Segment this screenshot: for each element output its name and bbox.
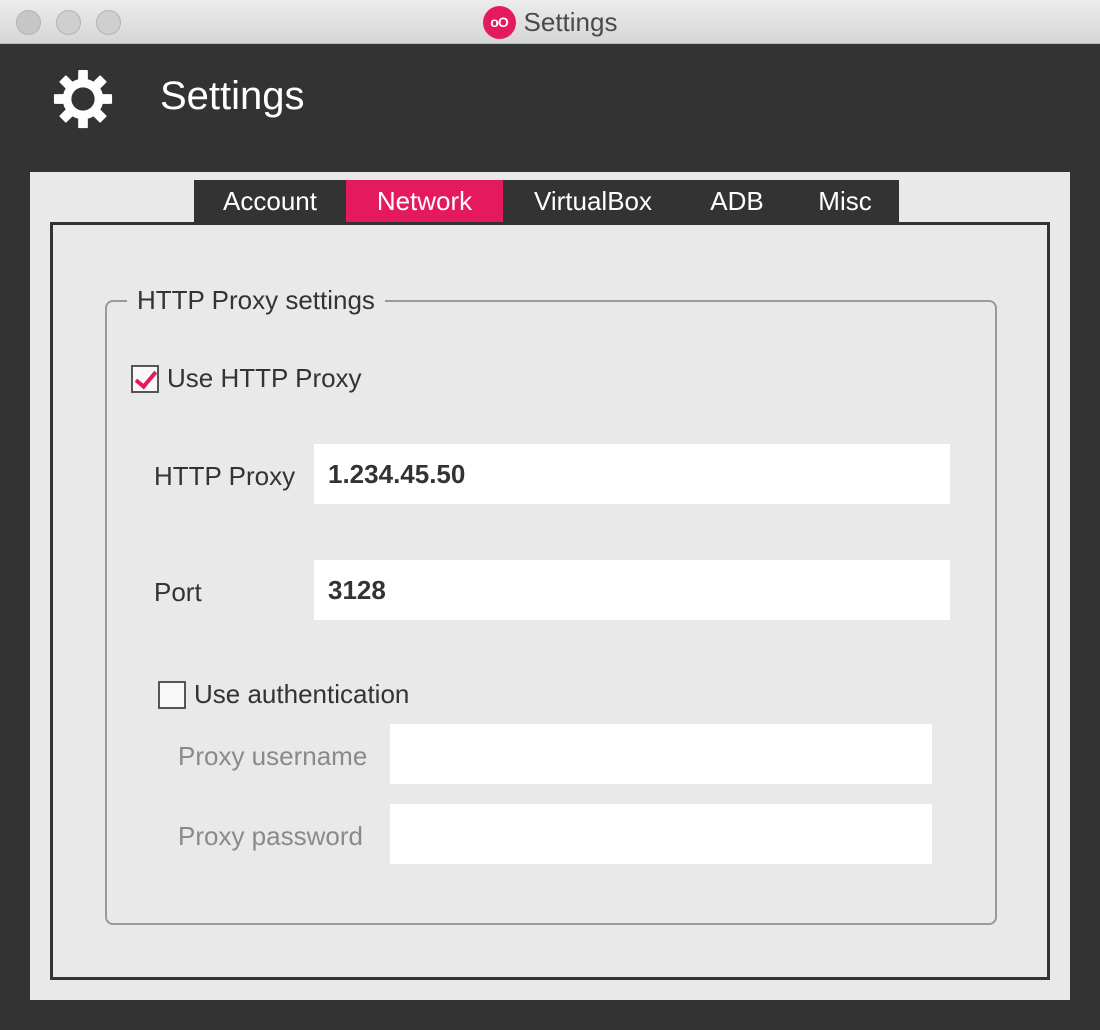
use-authentication-row[interactable]: Use authentication [158,679,409,710]
http-proxy-group-title: HTTP Proxy settings [137,285,375,315]
use-authentication-label: Use authentication [194,679,410,709]
window-title-group: oO Settings [0,0,1100,44]
proxy-username-label: Proxy username [178,741,368,771]
window-titlebar: oO Settings [0,0,1100,44]
app-logo-icon: oO [482,5,516,39]
gear-icon [53,69,113,129]
port-label: Port [154,577,202,607]
proxy-password-input[interactable] [390,804,932,864]
tab-misc[interactable]: Misc [791,180,899,222]
page-title: Settings [160,74,305,118]
network-tab-content: HTTP Proxy settings Use HTTP Proxy HTTP … [50,222,1050,980]
tab-account[interactable]: Account [194,180,346,222]
window-title: Settings [523,6,618,37]
http-proxy-label: HTTP Proxy [154,461,296,491]
use-authentication-checkbox[interactable] [158,680,186,709]
settings-header: Settings [0,44,1100,156]
settings-tabbar: Account Network VirtualBox ADB Misc [194,180,899,222]
port-input[interactable] [314,560,950,620]
tab-virtualbox[interactable]: VirtualBox [503,180,683,222]
proxy-password-label: Proxy password [178,821,363,851]
proxy-username-input[interactable] [390,724,932,784]
settings-panel: Account Network VirtualBox ADB Misc HTTP… [30,172,1070,1000]
http-proxy-input[interactable] [314,444,950,504]
tab-adb[interactable]: ADB [683,180,791,222]
tab-network[interactable]: Network [346,180,503,222]
use-http-proxy-label: Use HTTP Proxy [167,363,362,393]
use-http-proxy-checkbox[interactable] [131,364,159,393]
use-http-proxy-row[interactable]: Use HTTP Proxy [131,363,362,394]
